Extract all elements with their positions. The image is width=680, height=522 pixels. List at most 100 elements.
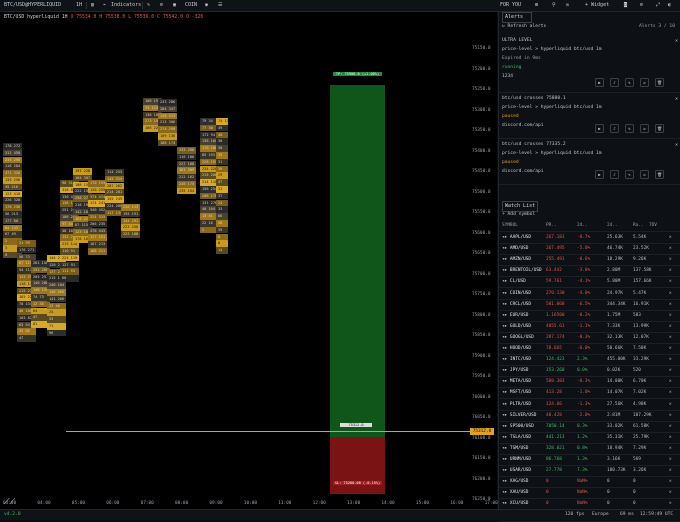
remove-row-icon[interactable]: ✕ (669, 399, 672, 410)
footprint-cell: 212 162 (177, 174, 196, 181)
remove-row-icon[interactable]: ✕ (669, 332, 672, 343)
draw-icon[interactable]: ✎ (147, 2, 150, 8)
remove-row-icon[interactable]: ✕ (669, 265, 672, 276)
remove-row-icon[interactable]: ✕ (669, 443, 672, 454)
camera-icon[interactable]: ◉ (205, 2, 208, 8)
tab-alerts-label: Alerts (505, 14, 524, 20)
right-panel: Alerts ↻ Refresh alerts Alerts 3 / 10 UL… (498, 12, 680, 522)
timezone-selector[interactable]: Europe (592, 512, 609, 517)
remove-row-icon[interactable]: ✕ (669, 454, 672, 465)
remove-row-icon[interactable]: ✕ (669, 288, 672, 299)
edit-icon[interactable]: ✎ (625, 78, 634, 87)
edit-icon[interactable]: ✎ (625, 170, 634, 179)
change-cell: -4.0% (577, 290, 591, 296)
remove-row-icon[interactable]: ✕ (669, 354, 672, 365)
camera-tool-icon[interactable]: ◙ (624, 2, 627, 8)
footprint-cell-text: 31 (218, 159, 223, 164)
footprint-cell: 213 306 (158, 119, 177, 126)
remove-row-icon[interactable]: ✕ (669, 254, 672, 265)
add-widget-button[interactable]: + Widget (585, 2, 609, 8)
footprint-cell-text: 235 290 (5, 157, 21, 162)
footprint-cell-text: 81 (33, 322, 38, 327)
remove-row-icon[interactable]: ✕ (669, 410, 672, 421)
gear-icon[interactable]: ⚙ (640, 2, 643, 8)
indicators-button[interactable]: Indicators (111, 2, 141, 8)
remove-row-icon[interactable]: ✕ (669, 299, 672, 310)
column-header[interactable]: Ra.. (633, 220, 644, 231)
footprint-cell-text: 214 201 (107, 190, 123, 195)
notifications-icon[interactable]: ◐ (668, 2, 671, 8)
close-icon[interactable]: ✕ (675, 142, 678, 148)
play-icon[interactable]: ▶ (595, 170, 604, 179)
alert-card[interactable]: btc/usd crosses 77335.2 price-level > hyp… (499, 140, 680, 185)
entry-label[interactable]: 75312.0 (340, 423, 372, 427)
time-tick: 15:00 (415, 501, 430, 506)
history-icon[interactable]: ↺ (640, 78, 649, 87)
bell-icon[interactable]: ♪ (610, 78, 619, 87)
chat-icon[interactable]: ✉ (566, 2, 569, 8)
bell-icon[interactable]: ♪ (610, 170, 619, 179)
column-header[interactable]: 24.. (577, 220, 588, 231)
remove-row-icon[interactable]: ✕ (669, 310, 672, 321)
indicators-icon[interactable]: ⌁ (103, 2, 106, 8)
bar-type-icon[interactable]: ▥ (91, 2, 94, 8)
take-profit-label[interactable]: TP: 75900.0 (+1.00%) (333, 72, 382, 76)
play-icon[interactable]: ▶ (595, 124, 604, 133)
history-icon[interactable]: ↺ (640, 170, 649, 179)
volume-cell: 0 (607, 490, 610, 496)
timeframe-selector[interactable]: 1H (76, 2, 82, 8)
close-icon[interactable]: ✕ (675, 38, 678, 44)
alert-card[interactable]: btc/usd crosses 75880.1 price-level > hyp… (499, 94, 680, 139)
user-icon[interactable]: ⚲ (552, 2, 556, 8)
footprint-cell-text: 223 188 (123, 232, 139, 237)
close-icon[interactable]: ✕ (675, 96, 678, 102)
coin-button[interactable]: COIN (185, 2, 197, 8)
volume2-cell: 3.26K (633, 468, 647, 474)
remove-row-icon[interactable]: ✕ (669, 343, 672, 354)
delete-icon[interactable]: 🗑 (655, 124, 664, 133)
remove-row-icon[interactable]: ✕ (669, 321, 672, 332)
remove-row-icon[interactable]: ✕ (669, 421, 672, 432)
delete-icon[interactable]: 🗑 (655, 170, 664, 179)
column-header[interactable]: 7DV (649, 220, 657, 231)
bell-icon[interactable]: ♪ (610, 124, 619, 133)
chart-area[interactable]: BTC/USD hyperliquid 1H O 75534.0 H 75538… (0, 12, 498, 509)
column-header[interactable]: 24.. (607, 220, 618, 231)
remove-row-icon[interactable]: ✕ (669, 476, 672, 487)
remove-row-icon[interactable]: ✕ (669, 387, 672, 398)
price-cell: 124.66 (546, 401, 562, 407)
play-icon[interactable]: ▶ (595, 78, 604, 87)
tab-watchlist[interactable]: Watch List (502, 201, 538, 212)
grid-icon[interactable]: ⊞ (535, 2, 538, 8)
add-symbol-button[interactable]: + Add symbol (502, 212, 535, 217)
stop-loss-label[interactable]: SL: 75200.00 (-0.15%) (333, 481, 382, 485)
settings-icon[interactable]: ☰ (218, 2, 222, 8)
fullscreen-icon[interactable]: ⤢ (656, 2, 660, 8)
footprint-cell: 142 314 (105, 175, 124, 183)
position-loss-zone[interactable] (330, 437, 385, 494)
column-header[interactable]: PR.. (546, 220, 557, 231)
layout-icon[interactable]: ▣ (173, 2, 176, 8)
symbol-cell: ◂▸ AMZN/USD (502, 257, 532, 263)
column-header[interactable]: SYMBOL (502, 220, 518, 231)
change-cell: 2.3% (577, 357, 588, 363)
remove-row-icon[interactable]: ✕ (669, 432, 672, 443)
remove-row-icon[interactable]: ✕ (669, 376, 672, 387)
refresh-alerts-button[interactable]: ↻ Refresh alerts (502, 24, 546, 29)
symbol-selector[interactable]: BTC/USD@HYPERLIQUID (4, 2, 61, 8)
tab-alerts[interactable]: Alerts (502, 12, 532, 23)
remove-row-icon[interactable]: ✕ (669, 243, 672, 254)
remove-row-icon[interactable]: ✕ (669, 498, 672, 509)
edit-icon[interactable]: ✎ (625, 124, 634, 133)
history-icon[interactable]: ↺ (640, 124, 649, 133)
position-profit-zone[interactable] (330, 85, 385, 437)
remove-row-icon[interactable]: ✕ (669, 232, 672, 243)
account-selector[interactable]: FOR YOU (500, 2, 521, 8)
delete-icon[interactable]: 🗑 (655, 78, 664, 87)
tool-icon[interactable]: ⚙ (160, 2, 163, 8)
remove-row-icon[interactable]: ✕ (669, 487, 672, 498)
remove-row-icon[interactable]: ✕ (669, 276, 672, 287)
remove-row-icon[interactable]: ✕ (669, 465, 672, 476)
alert-card[interactable]: ULTRA LEVEL price-level > hyperliquid btc… (499, 36, 680, 93)
remove-row-icon[interactable]: ✕ (669, 365, 672, 376)
